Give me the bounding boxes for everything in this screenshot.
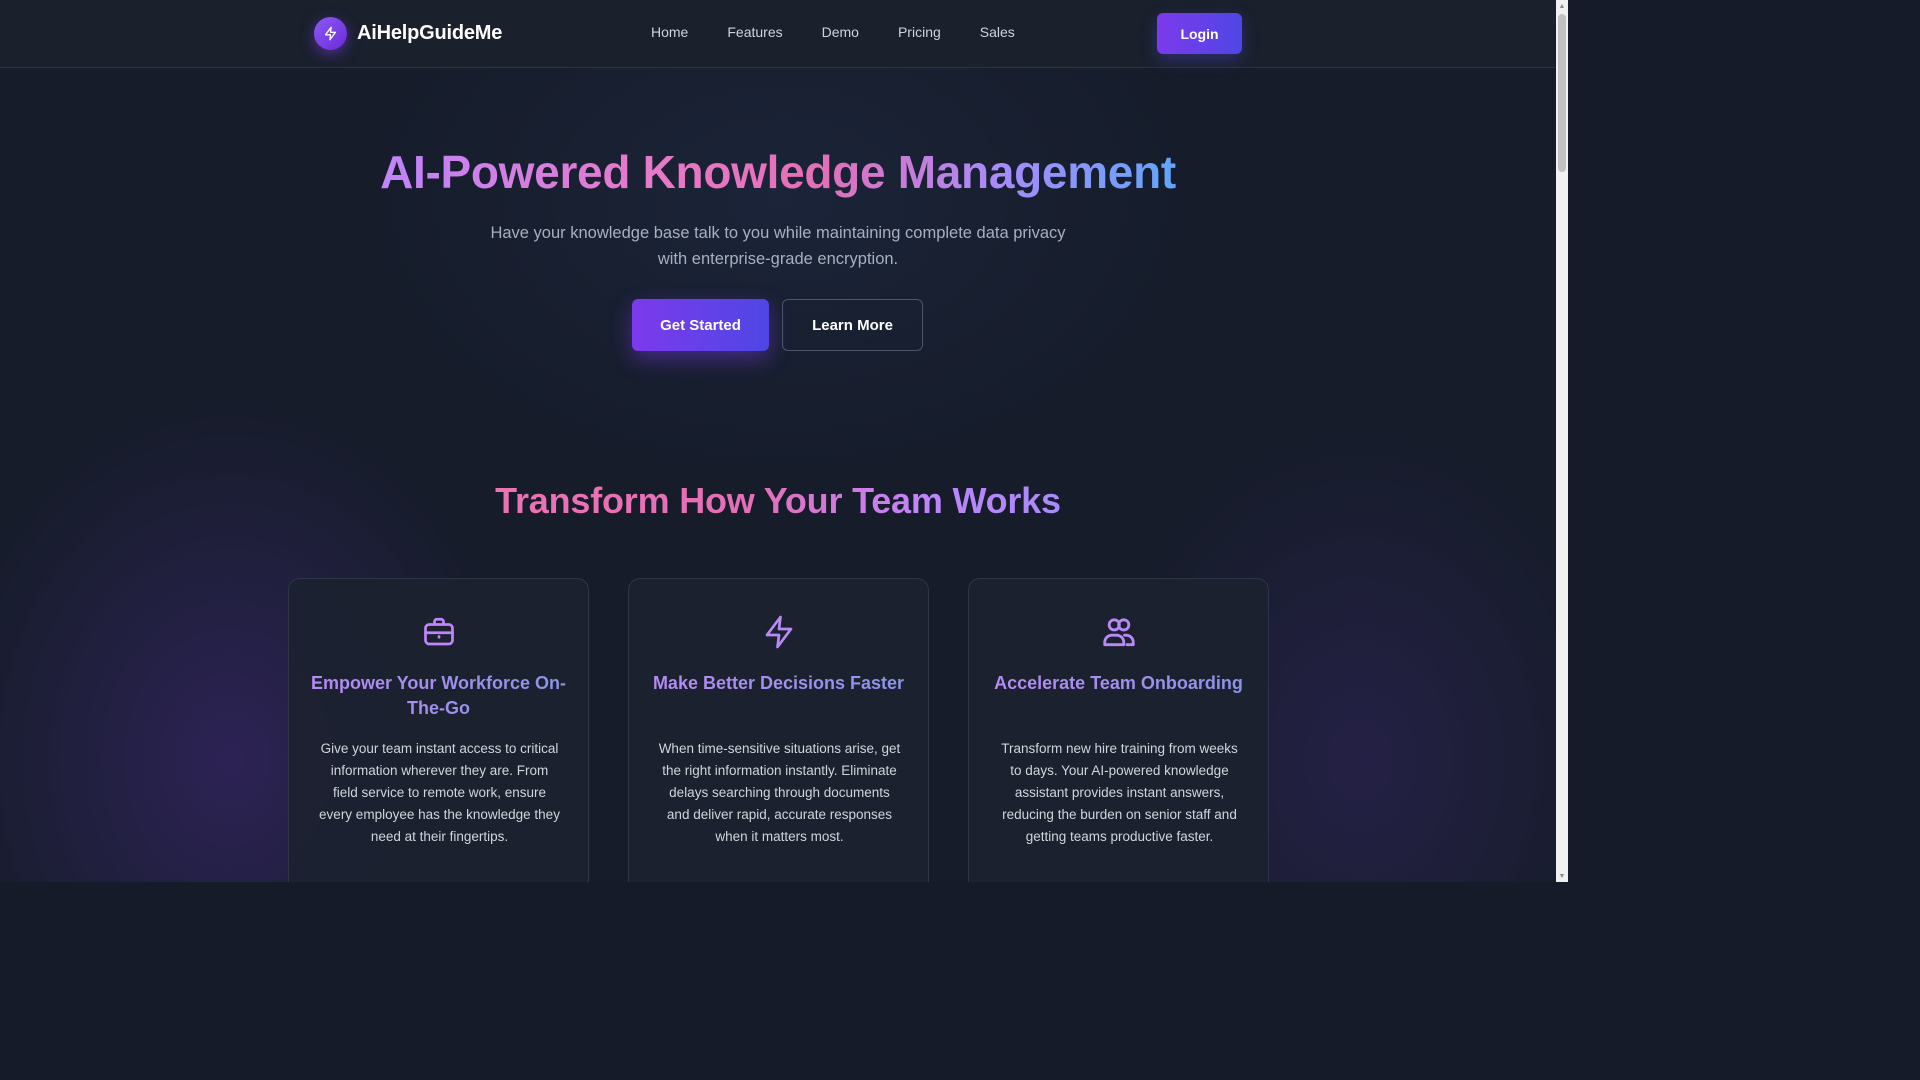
nav-link-demo[interactable]: Demo [822,24,859,40]
lightning-logo-icon [314,17,347,50]
feature-card-title: Accelerate Team Onboarding [989,671,1248,696]
scroll-down-arrow-icon[interactable]: ▼ [1556,870,1568,882]
nav-link-home[interactable]: Home [651,24,688,40]
hero-subtitle: Have your knowledge base talk to you whi… [490,224,1066,268]
feature-card-workforce: Empower Your Workforce On-The-Go Give yo… [288,578,589,882]
nav-link-features[interactable]: Features [727,24,782,40]
hero-title-text: AI-Powered Knowledge Management [380,146,1176,198]
learn-more-button[interactable]: Learn More [782,299,923,351]
brand-logo[interactable]: AiHelpGuideMe [314,17,502,50]
landing-page: AiHelpGuideMe Home Features Demo Pricing… [0,0,1568,882]
get-started-button[interactable]: Get Started [632,299,769,351]
nav-link-sales[interactable]: Sales [980,24,1015,40]
feature-card-text: When time-sensitive situations arise, ge… [658,741,901,844]
feature-card-decisions: Make Better Decisions Faster When time-s… [628,578,929,882]
nav-links: Home Features Demo Pricing Sales [651,24,1015,40]
feature-card-onboarding: Accelerate Team Onboarding Transform new… [968,578,1269,882]
feature-card-text: Transform new hire training from weeks t… [1001,741,1238,844]
scroll-up-arrow-icon[interactable]: ▲ [1556,0,1568,12]
feature-card-title: Make Better Decisions Faster [649,671,908,696]
features-section-title-text: Transform How Your Team Works [495,480,1061,521]
users-icon [1099,612,1139,652]
feature-card-text: Give your team instant access to critica… [319,741,560,844]
nav-link-pricing[interactable]: Pricing [898,24,941,40]
hero-title: AI-Powered Knowledge Management [0,145,1556,199]
feature-card-title: Empower Your Workforce On-The-Go [309,671,568,721]
lightning-icon [759,612,799,652]
login-button[interactable]: Login [1157,13,1242,54]
scrollbar-thumb[interactable] [1558,14,1566,172]
brand-name: AiHelpGuideMe [357,22,503,44]
vertical-scrollbar[interactable]: ▲ ▼ [1556,0,1568,882]
briefcase-icon [419,612,459,652]
features-section-title: Transform How Your Team Works [0,480,1556,522]
top-navigation: AiHelpGuideMe Home Features Demo Pricing… [0,0,1556,68]
